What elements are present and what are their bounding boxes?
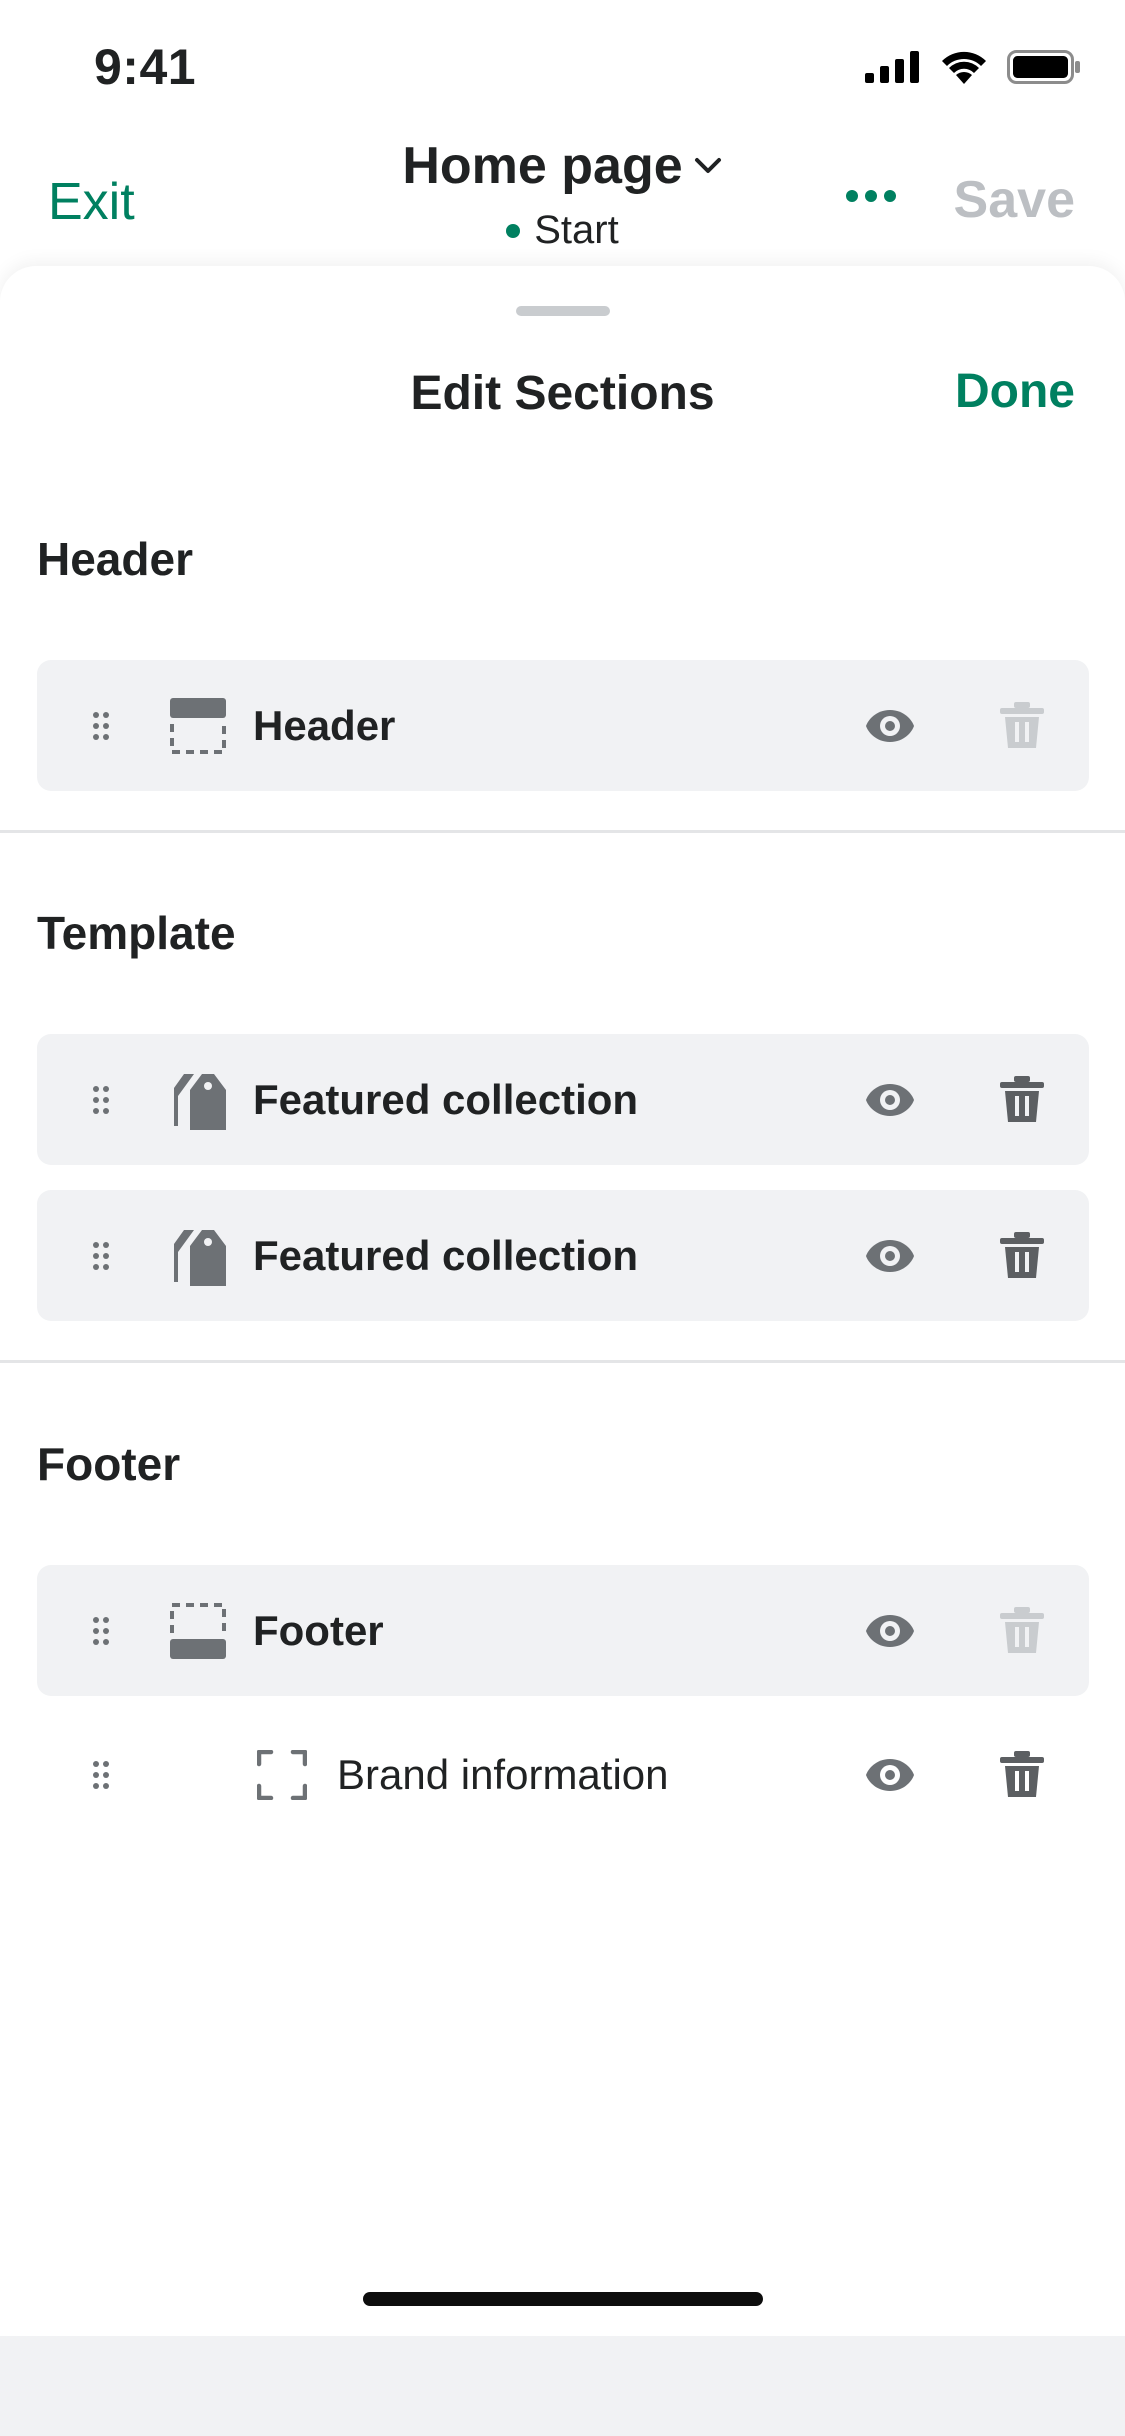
section-label: Featured collection	[253, 1231, 639, 1279]
group-label-template: Template	[37, 907, 236, 959]
section-row-header[interactable]: Header	[37, 660, 1089, 791]
footer-layout-icon	[170, 1602, 226, 1659]
eye-icon[interactable]	[864, 1613, 916, 1649]
group-divider	[0, 1360, 1125, 1363]
battery-icon	[1007, 50, 1080, 84]
section-label: Footer	[253, 1606, 384, 1654]
done-button[interactable]: Done	[955, 364, 1075, 419]
edit-sections-sheet: Edit Sections Done Header Header Templat…	[0, 266, 1125, 2336]
drag-handle-icon[interactable]	[93, 1085, 109, 1115]
trash-icon-disabled	[1000, 1606, 1044, 1653]
eye-icon[interactable]	[864, 1082, 916, 1118]
more-dot	[846, 190, 858, 202]
theme-status-text: Start	[534, 208, 619, 252]
block-label: Brand information	[337, 1750, 669, 1798]
group-label-header: Header	[37, 533, 193, 585]
trash-icon[interactable]	[1000, 1231, 1044, 1280]
page-title: Home page	[402, 137, 683, 195]
status-icons	[865, 50, 1081, 84]
eye-icon[interactable]	[864, 1238, 916, 1274]
status-time: 9:41	[94, 39, 197, 95]
section-row-featured-collection[interactable]: Featured collection	[37, 1190, 1089, 1321]
tag-icon	[174, 1229, 226, 1286]
drag-handle-icon[interactable]	[93, 711, 109, 741]
drag-handle-icon[interactable]	[93, 1241, 109, 1271]
save-button[interactable]: Save	[954, 170, 1075, 230]
eye-icon[interactable]	[864, 1757, 916, 1793]
group-divider	[0, 830, 1125, 833]
trash-icon-disabled	[1000, 701, 1044, 748]
block-icon	[257, 1749, 307, 1800]
home-indicator[interactable]	[363, 2292, 763, 2306]
group-label-footer: Footer	[37, 1438, 181, 1490]
cellular-signal-icon	[865, 51, 919, 83]
chevron-down-icon	[694, 158, 721, 173]
wifi-icon	[942, 51, 986, 84]
drag-handle-icon[interactable]	[93, 1616, 109, 1646]
block-row-brand-information[interactable]: Brand information	[37, 1709, 1089, 1840]
eye-icon[interactable]	[864, 708, 916, 744]
sheet-grabber[interactable]	[516, 306, 610, 316]
drag-handle-icon[interactable]	[93, 1760, 109, 1790]
page-title-dropdown[interactable]: Home page	[402, 136, 722, 196]
status-dot	[506, 223, 521, 238]
top-nav-bar: Exit Home page Start Save	[0, 132, 1125, 272]
section-label: Header	[253, 701, 396, 749]
trash-icon[interactable]	[1000, 1750, 1044, 1799]
more-actions-button[interactable]	[846, 190, 896, 202]
trash-icon[interactable]	[1000, 1075, 1044, 1124]
section-row-footer[interactable]: Footer	[37, 1565, 1089, 1696]
tag-icon	[174, 1073, 226, 1130]
home-indicator-area	[0, 2336, 1125, 2436]
status-bar: 9:41	[0, 0, 1125, 132]
more-dot	[884, 190, 896, 202]
more-dot	[865, 190, 877, 202]
section-row-featured-collection[interactable]: Featured collection	[37, 1034, 1089, 1165]
header-layout-icon	[170, 697, 226, 754]
section-label: Featured collection	[253, 1075, 639, 1123]
